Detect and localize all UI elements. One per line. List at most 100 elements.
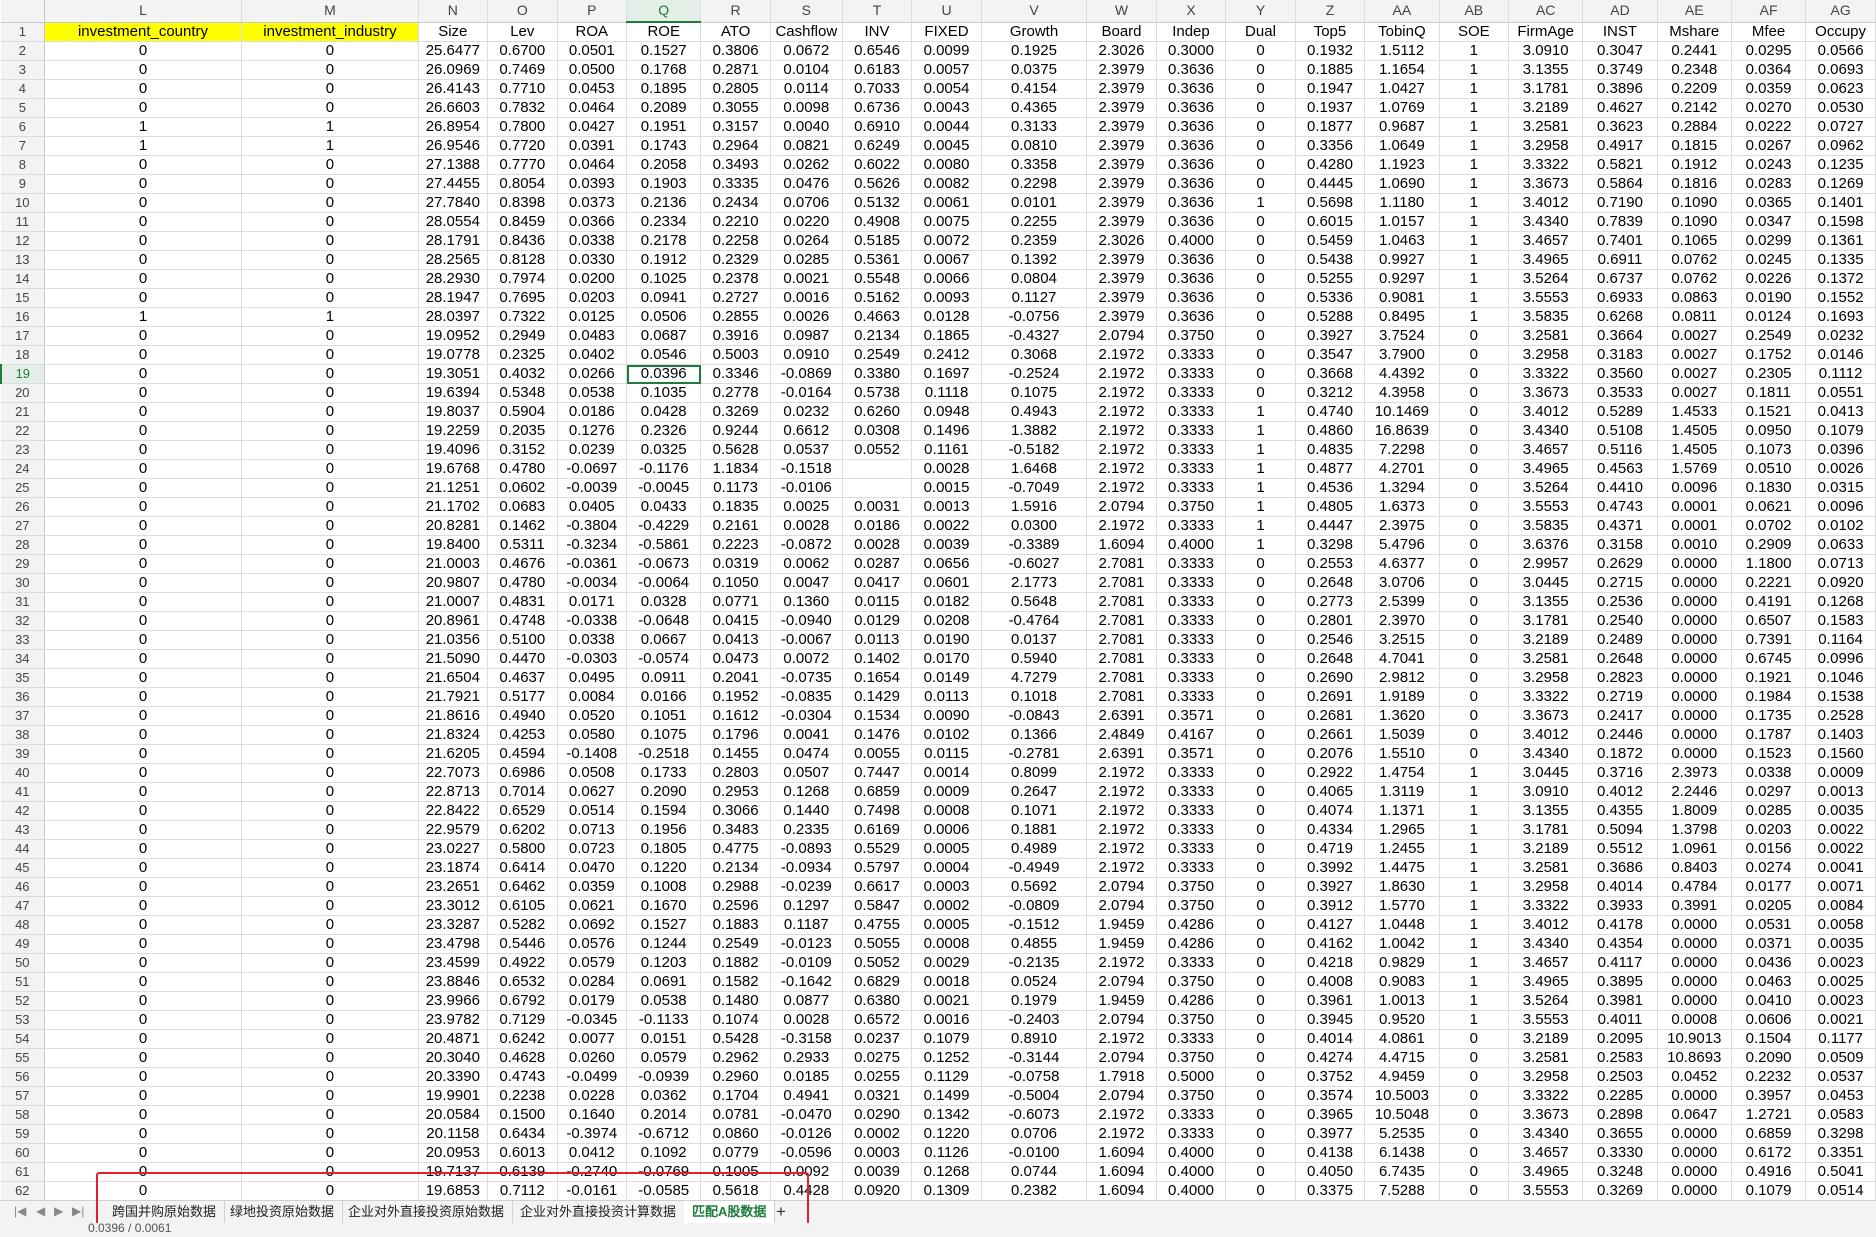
data-cell[interactable]: 0.8398 <box>487 193 558 213</box>
header-cell[interactable]: Indep <box>1156 22 1227 42</box>
data-cell[interactable]: 0.2090 <box>626 782 702 802</box>
data-cell[interactable]: 0.5177 <box>487 687 558 707</box>
data-cell[interactable]: 0.3636 <box>1156 136 1227 156</box>
data-cell[interactable]: 0.0538 <box>626 991 702 1011</box>
data-cell[interactable]: 20.0953 <box>418 1143 489 1163</box>
data-cell[interactable]: 0.0226 <box>1731 269 1807 289</box>
data-cell[interactable]: 0.2210 <box>700 212 771 232</box>
data-cell[interactable]: 0.0232 <box>1805 326 1876 346</box>
data-cell[interactable]: 0.5003 <box>700 345 771 365</box>
data-cell[interactable]: 1.8630 <box>1364 877 1440 897</box>
data-cell[interactable]: 0.5847 <box>842 896 913 916</box>
data-cell[interactable]: 2.3979 <box>1086 288 1157 308</box>
data-cell[interactable]: 0 <box>44 972 243 992</box>
data-cell[interactable]: 0 <box>241 1124 419 1144</box>
data-cell[interactable]: 0.2805 <box>700 79 771 99</box>
row-number[interactable]: 19 <box>0 364 45 384</box>
data-cell[interactable]: 1.2965 <box>1364 820 1440 840</box>
data-cell[interactable]: 0.0005 <box>911 915 982 935</box>
data-cell[interactable]: 0 <box>1225 554 1296 574</box>
data-cell[interactable]: 0.3333 <box>1156 440 1227 460</box>
data-cell[interactable]: 0 <box>241 991 419 1011</box>
data-cell[interactable]: -0.6712 <box>626 1124 702 1144</box>
data-cell[interactable]: 0.3380 <box>842 364 913 384</box>
data-cell[interactable]: 0 <box>44 668 243 688</box>
data-cell[interactable]: 0.0098 <box>770 98 843 118</box>
data-cell[interactable]: 0 <box>44 1181 243 1201</box>
data-cell[interactable]: 0.7710 <box>487 79 558 99</box>
data-cell[interactable]: 0 <box>1439 725 1510 745</box>
data-cell[interactable]: 0.6736 <box>842 98 913 118</box>
data-cell[interactable]: 0.5108 <box>1582 421 1658 441</box>
data-cell[interactable]: 0.0014 <box>911 763 982 783</box>
data-cell[interactable]: 0.0538 <box>557 383 628 403</box>
data-cell[interactable]: 0.0077 <box>557 1029 628 1049</box>
data-cell[interactable]: 0 <box>44 1010 243 1030</box>
add-sheet-button[interactable]: + <box>776 1201 786 1223</box>
data-cell[interactable]: 0.0200 <box>557 269 628 289</box>
data-cell[interactable]: 0 <box>1225 820 1296 840</box>
data-cell[interactable]: 0.0476 <box>770 174 843 194</box>
data-cell[interactable]: 0.6546 <box>842 41 913 61</box>
data-cell[interactable]: 0.0860 <box>700 1124 771 1144</box>
data-cell[interactable]: 0.0072 <box>770 649 843 669</box>
data-cell[interactable]: 3.4012 <box>1508 915 1584 935</box>
data-cell[interactable]: 0 <box>1439 497 1510 517</box>
data-cell[interactable]: 0.4065 <box>1295 782 1366 802</box>
data-cell[interactable]: 3.2958 <box>1508 136 1584 156</box>
data-cell[interactable]: 0.2715 <box>1582 573 1658 593</box>
data-cell[interactable]: 0.2090 <box>1731 1048 1807 1068</box>
data-cell[interactable]: 0 <box>1225 877 1296 897</box>
data-cell[interactable]: 0.0500 <box>557 60 628 80</box>
data-cell[interactable]: 0.3330 <box>1582 1143 1658 1163</box>
data-cell[interactable]: 0.0514 <box>1805 1181 1876 1201</box>
data-cell[interactable]: 0.8403 <box>1657 858 1732 878</box>
data-cell[interactable]: 0.2232 <box>1731 1067 1807 1087</box>
data-cell[interactable]: 21.8616 <box>418 706 489 726</box>
data-cell[interactable]: 0.3636 <box>1156 212 1227 232</box>
data-cell[interactable]: 0.0474 <box>770 744 843 764</box>
row-number[interactable]: 20 <box>1 383 45 403</box>
data-cell[interactable]: 0.4627 <box>1582 98 1658 118</box>
data-cell[interactable]: 0.2773 <box>1295 592 1366 612</box>
data-cell[interactable]: 0.0003 <box>842 1143 913 1163</box>
data-cell[interactable]: 0.1035 <box>626 383 702 403</box>
data-cell[interactable]: 0.4805 <box>1295 497 1366 517</box>
data-cell[interactable]: 0 <box>1225 972 1296 992</box>
data-cell[interactable]: 2.3979 <box>1086 60 1157 80</box>
data-cell[interactable]: 0.1932 <box>1295 41 1366 61</box>
data-cell[interactable]: 0 <box>1225 668 1296 688</box>
data-cell[interactable]: 0.0000 <box>1657 744 1732 764</box>
data-cell[interactable]: 0 <box>44 725 243 745</box>
data-cell[interactable]: 0.0203 <box>557 288 628 308</box>
data-cell[interactable]: 0.1276 <box>557 421 628 441</box>
data-cell[interactable]: 0 <box>241 630 419 650</box>
data-cell[interactable]: 0.0453 <box>557 79 628 99</box>
data-cell[interactable]: 19.3051 <box>418 364 489 384</box>
data-cell[interactable]: 0 <box>241 725 419 745</box>
data-cell[interactable]: 0.2691 <box>1295 687 1366 707</box>
data-cell[interactable]: 0.3333 <box>1156 402 1227 422</box>
column-header-r[interactable]: R <box>700 0 771 23</box>
data-cell[interactable]: 1 <box>1225 193 1296 213</box>
sheet-tab[interactable]: 绿地投资原始数据 <box>222 1201 344 1223</box>
data-cell[interactable]: 1.3620 <box>1364 706 1440 726</box>
data-cell[interactable]: 10.5003 <box>1364 1086 1440 1106</box>
data-cell[interactable]: 0.3333 <box>1156 858 1227 878</box>
data-cell[interactable]: 0.3000 <box>1156 41 1227 61</box>
data-cell[interactable]: 0.1429 <box>842 687 913 707</box>
data-cell[interactable]: 0.7014 <box>487 782 558 802</box>
data-cell[interactable]: 0.3896 <box>1582 79 1658 99</box>
data-cell[interactable]: 0.6859 <box>1731 1124 1807 1144</box>
data-cell[interactable]: 0.0508 <box>557 763 628 783</box>
data-cell[interactable]: 0.0067 <box>911 250 982 270</box>
data-cell[interactable]: 0.0008 <box>911 934 982 954</box>
data-cell[interactable]: 23.4798 <box>418 934 489 954</box>
data-cell[interactable]: 0.5052 <box>842 953 913 973</box>
data-cell[interactable]: 0.0228 <box>557 1086 628 1106</box>
data-cell[interactable]: 0.0001 <box>1657 516 1732 536</box>
data-cell[interactable]: 0.0185 <box>770 1067 843 1087</box>
row-number[interactable]: 57 <box>1 1086 45 1106</box>
data-cell[interactable]: 0 <box>241 934 419 954</box>
data-cell[interactable]: 0.5648 <box>981 592 1088 612</box>
